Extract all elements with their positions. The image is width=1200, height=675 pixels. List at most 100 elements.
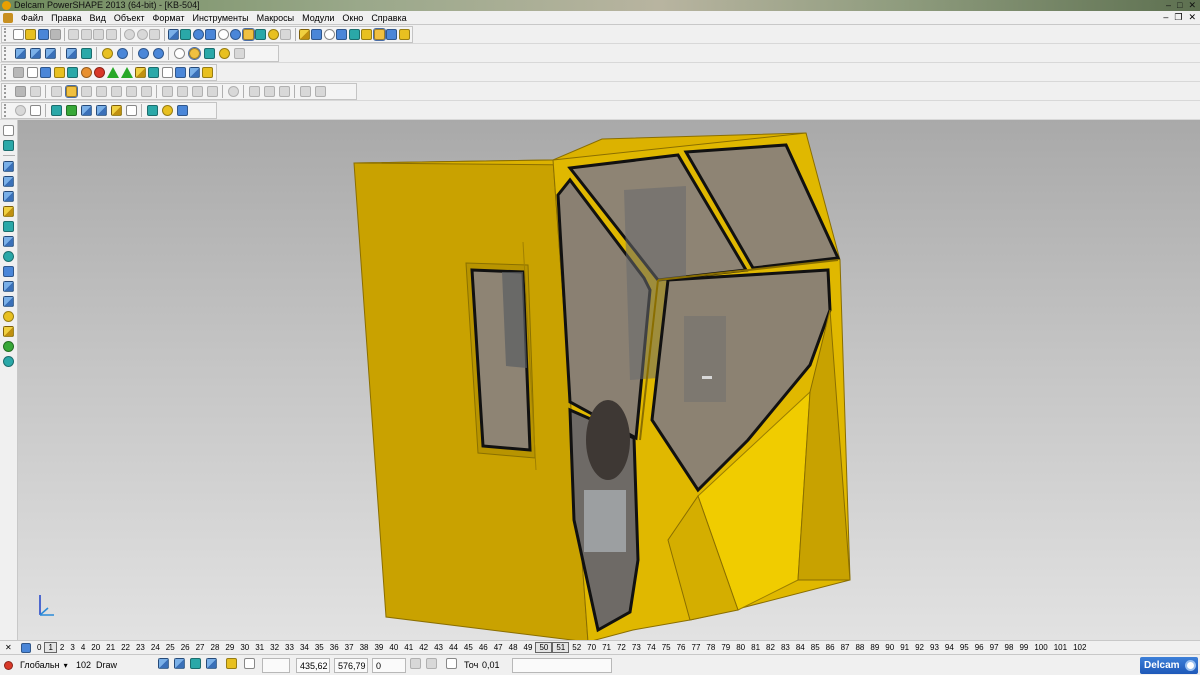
level-70[interactable]: 70	[584, 642, 599, 653]
level-21[interactable]: 21	[103, 642, 118, 653]
level-0[interactable]: 0	[34, 642, 44, 653]
pan-button[interactable]	[217, 28, 230, 42]
delete-button[interactable]	[105, 28, 118, 42]
level-85[interactable]: 85	[808, 642, 823, 653]
level-93[interactable]: 93	[927, 642, 942, 653]
sketch-button[interactable]	[336, 28, 348, 42]
open-button[interactable]	[25, 28, 37, 42]
zoom-window-button[interactable]	[151, 47, 165, 61]
curve-tool-button[interactable]	[1, 189, 16, 203]
paste-button[interactable]	[93, 28, 105, 42]
feature-button[interactable]	[145, 104, 159, 118]
level-33[interactable]: 33	[282, 642, 297, 653]
undo-button[interactable]	[124, 28, 136, 42]
doc-minimize-button[interactable]: –	[1163, 12, 1168, 23]
level-72[interactable]: 72	[614, 642, 629, 653]
loft-button[interactable]	[94, 85, 108, 99]
level-42[interactable]: 42	[416, 642, 431, 653]
view-iso2-button[interactable]	[28, 47, 42, 61]
level-96[interactable]: 96	[972, 642, 987, 653]
level-22[interactable]: 22	[118, 642, 133, 653]
view-front-button[interactable]	[79, 47, 93, 61]
level-84[interactable]: 84	[793, 642, 808, 653]
level-39[interactable]: 39	[371, 642, 386, 653]
solid-tool-button[interactable]	[1, 234, 16, 248]
select-tool-button[interactable]	[1, 123, 16, 137]
coordinate-y[interactable]: 576,79	[334, 658, 368, 673]
levels-filter-icon[interactable]	[21, 642, 31, 653]
level-3[interactable]: 3	[67, 642, 77, 653]
gear-button[interactable]	[109, 104, 123, 118]
sweep-button[interactable]	[79, 85, 93, 99]
globe-button[interactable]	[172, 47, 186, 61]
join-button[interactable]	[313, 85, 327, 99]
cap-button[interactable]	[277, 85, 291, 99]
level-31[interactable]: 31	[252, 642, 267, 653]
level-46[interactable]: 46	[476, 642, 491, 653]
shade-button[interactable]	[187, 47, 201, 61]
light-button[interactable]	[255, 28, 267, 42]
level-47[interactable]: 47	[491, 642, 506, 653]
level-35[interactable]: 35	[312, 642, 327, 653]
toolbar-grip[interactable]	[4, 28, 9, 41]
menu-object[interactable]: Объект	[110, 11, 149, 25]
calculator-button[interactable]	[410, 658, 424, 673]
pick-button[interactable]	[232, 47, 246, 61]
toolbar-grip[interactable]	[4, 85, 10, 98]
material-lib-button[interactable]	[40, 66, 53, 80]
cut-button[interactable]	[68, 28, 80, 42]
select-filter-button[interactable]	[158, 658, 172, 673]
level-23[interactable]: 23	[133, 642, 148, 653]
level-26[interactable]: 26	[178, 642, 193, 653]
toolbar-grip[interactable]	[4, 66, 10, 79]
level-30[interactable]: 30	[237, 642, 252, 653]
close-button[interactable]: ✕	[1188, 0, 1196, 11]
level-71[interactable]: 71	[599, 642, 614, 653]
zoom-all-button[interactable]	[136, 47, 150, 61]
wand-button[interactable]	[398, 28, 411, 42]
torus-button[interactable]	[94, 104, 108, 118]
level-1[interactable]: 1	[44, 642, 57, 653]
dimension-tool-button[interactable]	[1, 249, 16, 263]
rotate-button[interactable]	[230, 28, 242, 42]
snap-button[interactable]	[298, 28, 310, 42]
level-select[interactable]: Draw plshad	[96, 658, 154, 673]
cone-button[interactable]	[79, 104, 93, 118]
menu-window[interactable]: Окно	[338, 11, 367, 25]
revolve-button[interactable]	[64, 85, 78, 99]
level-86[interactable]: 86	[823, 642, 838, 653]
analysis-button[interactable]	[188, 66, 201, 80]
minimize-button[interactable]: –	[1166, 0, 1171, 11]
fill-in-button[interactable]	[247, 85, 261, 99]
block-button[interactable]	[49, 104, 63, 118]
lamp-button[interactable]	[217, 47, 231, 61]
shell-button[interactable]	[205, 85, 219, 99]
coordinate-x[interactable]: 435,62	[296, 658, 330, 673]
toolbar-grip[interactable]	[4, 47, 10, 60]
level-50[interactable]: 50	[535, 642, 553, 653]
surface-edit-button[interactable]	[28, 85, 42, 99]
level-27[interactable]: 27	[193, 642, 208, 653]
section-button[interactable]	[202, 47, 216, 61]
spring-button[interactable]	[124, 104, 138, 118]
zoom-in-button[interactable]	[100, 47, 114, 61]
arc-tool-button[interactable]	[1, 159, 16, 173]
document-icon[interactable]	[3, 12, 13, 23]
level-20[interactable]: 20	[88, 642, 103, 653]
level-45[interactable]: 45	[461, 642, 476, 653]
play-outline-button[interactable]	[120, 66, 134, 80]
level-41[interactable]: 41	[401, 642, 416, 653]
zoom-button[interactable]	[192, 28, 204, 42]
material-button[interactable]	[386, 28, 398, 42]
level-79[interactable]: 79	[718, 642, 733, 653]
toolbar-grip[interactable]	[4, 104, 10, 117]
fill-button[interactable]	[361, 28, 373, 42]
dimension-button[interactable]	[161, 66, 174, 80]
axis-button[interactable]	[28, 104, 42, 118]
surface-button[interactable]	[13, 85, 27, 99]
level-101[interactable]: 101	[1051, 642, 1070, 653]
zoom-out-button[interactable]	[115, 47, 129, 61]
wedge-button[interactable]	[175, 104, 189, 118]
maximize-button[interactable]: □	[1177, 0, 1182, 11]
new-button[interactable]	[12, 28, 24, 42]
